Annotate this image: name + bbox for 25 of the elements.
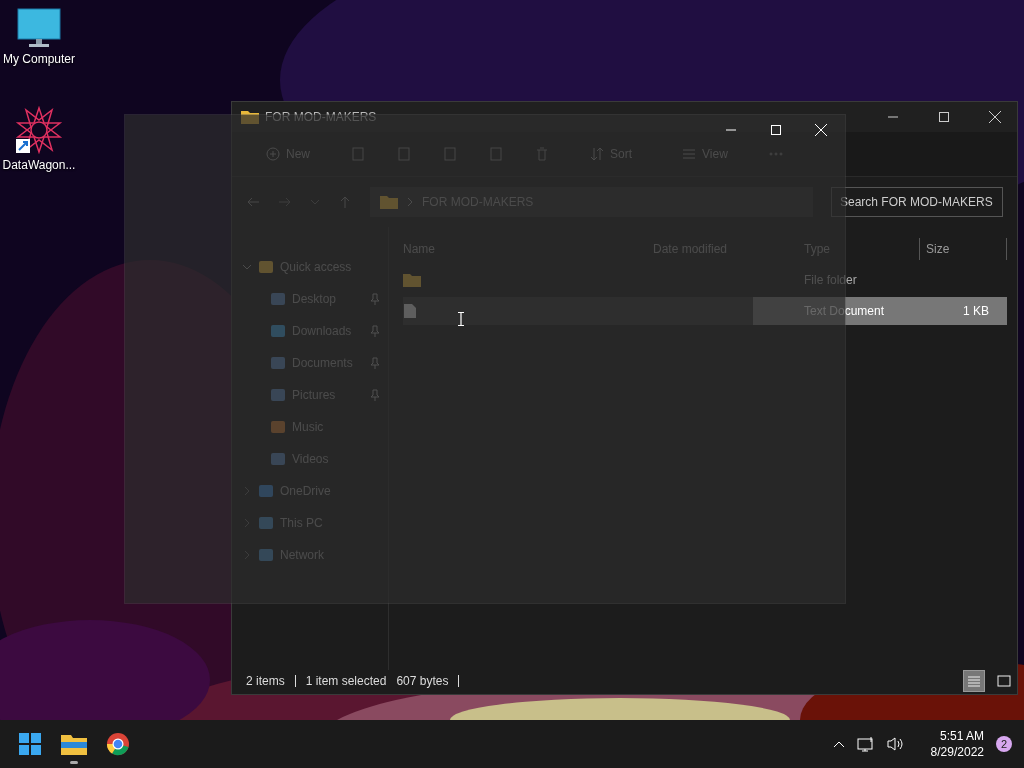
text-cursor-icon — [457, 312, 465, 326]
status-text: 2 items — [246, 674, 285, 688]
desktop-icon-label[interactable]: DataWagon... — [2, 158, 76, 172]
folder-icon — [61, 733, 87, 755]
column-header[interactable]: Size — [919, 238, 1007, 260]
notification-badge[interactable]: 2 — [996, 736, 1012, 752]
close-icon — [988, 111, 1001, 123]
browser-icon — [106, 732, 130, 756]
maximize-icon — [938, 112, 949, 122]
details-view-button[interactable] — [964, 671, 984, 691]
close-icon — [814, 124, 827, 136]
status-text: 607 bytes — [396, 674, 449, 688]
volume-icon[interactable] — [886, 736, 905, 752]
list-icon — [967, 675, 981, 687]
windows-logo-icon — [19, 733, 41, 755]
monitor-icon[interactable] — [17, 8, 61, 48]
star-shortcut-icon[interactable] — [15, 106, 63, 154]
table-cell: 1 KB — [963, 304, 989, 318]
chevron-up-icon[interactable] — [832, 740, 845, 748]
window-title: FOR MOD-MAKERS — [265, 110, 377, 124]
clock[interactable]: 5:51 AM 8/29/2022 — [930, 728, 984, 760]
desktop-icon-label[interactable]: My Computer — [3, 52, 75, 66]
status-text: 1 item selected — [305, 674, 387, 688]
maximize-icon — [770, 125, 781, 135]
square-icon — [997, 675, 1011, 687]
